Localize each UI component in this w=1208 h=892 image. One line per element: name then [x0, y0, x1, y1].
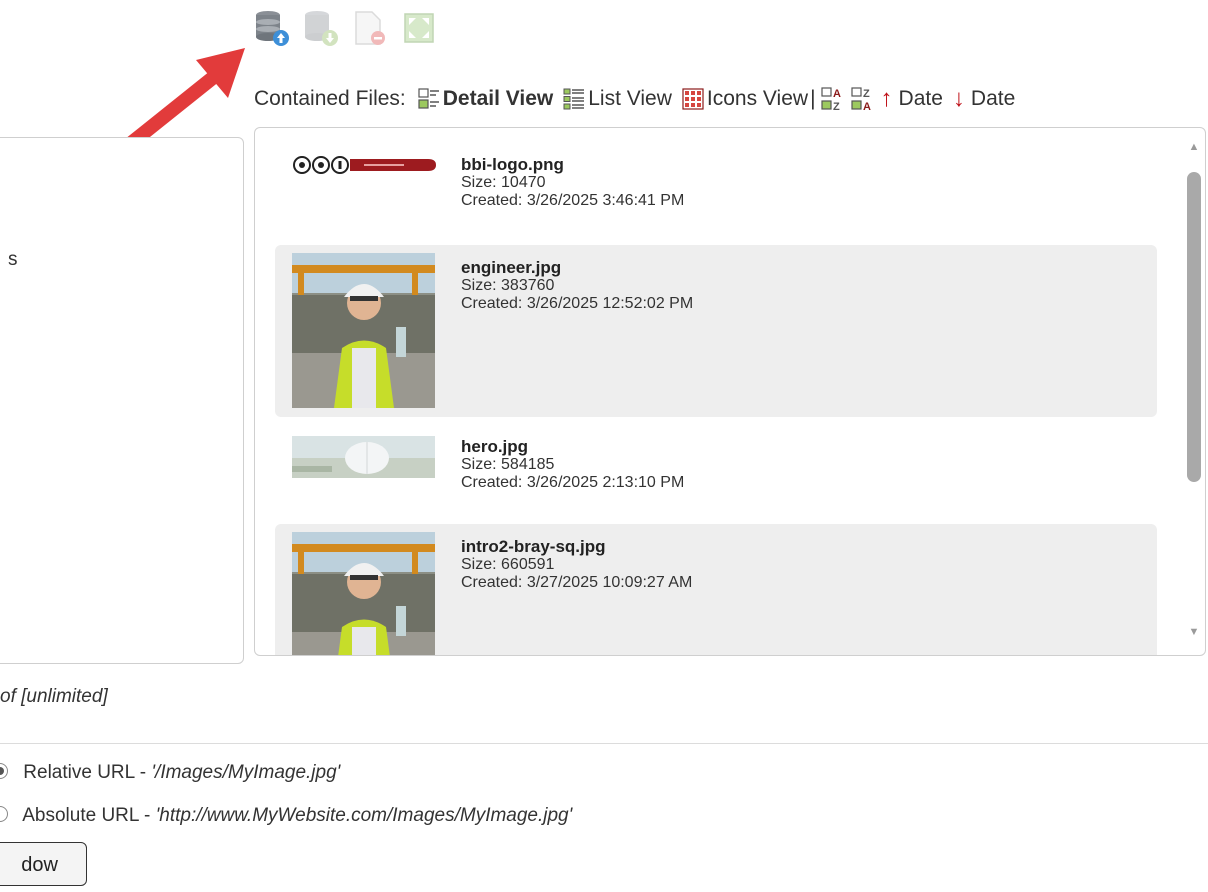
sort-date-desc-button[interactable]: ↓ Date [953, 85, 1015, 113]
relative-url-example: '/Images/MyImage.jpg' [151, 762, 341, 783]
file-info: engineer.jpg Size: 383760 Created: 3/26/… [461, 259, 693, 313]
view-separator: | [810, 87, 816, 110]
absolute-url-example: 'http://www.MyWebsite.com/Images/MyImage… [155, 805, 573, 826]
file-thumbnail [292, 532, 435, 655]
scrollbar-thumb[interactable] [1187, 172, 1201, 482]
sort-date-asc-button[interactable]: ↑ Date [881, 85, 943, 113]
folder-tree-panel[interactable] [0, 137, 244, 664]
file-limit-text: of [unlimited] [0, 686, 108, 707]
sort-name-asc-icon[interactable]: A Z [820, 86, 843, 112]
file-created: Created: 3/27/2025 10:09:27 AM [461, 574, 693, 591]
file-item[interactable]: hero.jpg Size: 584185 Created: 3/26/2025… [275, 424, 1157, 504]
file-size: Size: 10470 [461, 174, 546, 191]
contained-files-label: Contained Files: [254, 87, 406, 110]
files-scrollbar[interactable]: ▲ ▼ [1183, 128, 1205, 655]
sort-date-desc-label: Date [970, 87, 1016, 110]
list-view-icon [563, 88, 585, 110]
file-created: Created: 3/26/2025 3:46:41 PM [461, 192, 685, 209]
svg-text:Z: Z [833, 101, 840, 112]
delete-file-icon[interactable] [352, 8, 388, 48]
file-created: Created: 3/26/2025 2:13:10 PM [461, 474, 685, 491]
resize-image-icon[interactable] [401, 8, 437, 48]
scroll-down-icon[interactable]: ▼ [1187, 625, 1201, 639]
svg-text:A: A [833, 88, 841, 100]
file-item[interactable]: engineer.jpg Size: 383760 Created: 3/26/… [275, 245, 1157, 417]
svg-text:A: A [863, 101, 871, 112]
file-thumbnail [292, 436, 435, 478]
absolute-url-option[interactable]: Absolute URL - 'http://www.MyWebsite.com… [0, 805, 572, 827]
list-view-label: List View [588, 87, 672, 110]
scroll-up-icon[interactable]: ▲ [1187, 140, 1201, 154]
file-thumbnail [292, 253, 435, 408]
file-created: Created: 3/26/2025 12:52:02 PM [461, 295, 694, 312]
sort-date-asc-label: Date [898, 87, 943, 110]
sort-name-desc-icon[interactable]: Z A [850, 86, 873, 112]
file-info: bbi-logo.png Size: 10470 Created: 3/26/2… [461, 156, 684, 210]
file-name: engineer.jpg [461, 258, 562, 277]
file-name: hero.jpg [461, 437, 529, 456]
detail-view-button[interactable]: Detail View [418, 87, 554, 111]
icons-view-button[interactable]: Icons View [682, 87, 808, 111]
file-size: Size: 383760 [461, 277, 555, 294]
file-name: intro2-bray-sq.jpg [461, 537, 606, 556]
relative-url-label: Relative URL - [23, 762, 152, 783]
svg-text:Z: Z [863, 88, 870, 100]
arrow-up-icon: ↑ [880, 85, 893, 112]
contained-files-panel[interactable]: bbi-logo.png Size: 10470 Created: 3/26/2… [254, 127, 1206, 656]
file-info: intro2-bray-sq.jpg Size: 660591 Created:… [461, 538, 692, 592]
arrow-down-icon: ↓ [952, 85, 965, 112]
file-info: hero.jpg Size: 584185 Created: 3/26/2025… [461, 438, 684, 492]
window-button[interactable]: dow [0, 842, 87, 886]
icons-view-label: Icons View [706, 87, 809, 110]
folder-tree-partial-text: s [8, 249, 18, 270]
file-thumbnail [293, 156, 436, 174]
file-size: Size: 584185 [461, 456, 555, 473]
absolute-url-label: Absolute URL - [22, 805, 156, 826]
absolute-url-radio[interactable] [0, 806, 8, 822]
view-toolbar: Contained Files: Detail View List View I… [254, 84, 1015, 114]
detail-view-label: Detail View [442, 87, 554, 110]
divider [0, 743, 1208, 744]
file-item[interactable]: intro2-bray-sq.jpg Size: 660591 Created:… [275, 524, 1157, 655]
file-item[interactable]: bbi-logo.png Size: 10470 Created: 3/26/2… [275, 142, 1157, 238]
list-view-button[interactable]: List View [563, 87, 672, 111]
detail-view-icon [418, 88, 439, 109]
icons-view-icon [682, 88, 704, 110]
relative-url-radio[interactable] [0, 763, 8, 779]
relative-url-option[interactable]: Relative URL - '/Images/MyImage.jpg' [0, 762, 340, 784]
file-name: bbi-logo.png [461, 155, 564, 174]
file-size: Size: 660591 [461, 556, 555, 573]
database-download-icon[interactable] [303, 8, 339, 48]
